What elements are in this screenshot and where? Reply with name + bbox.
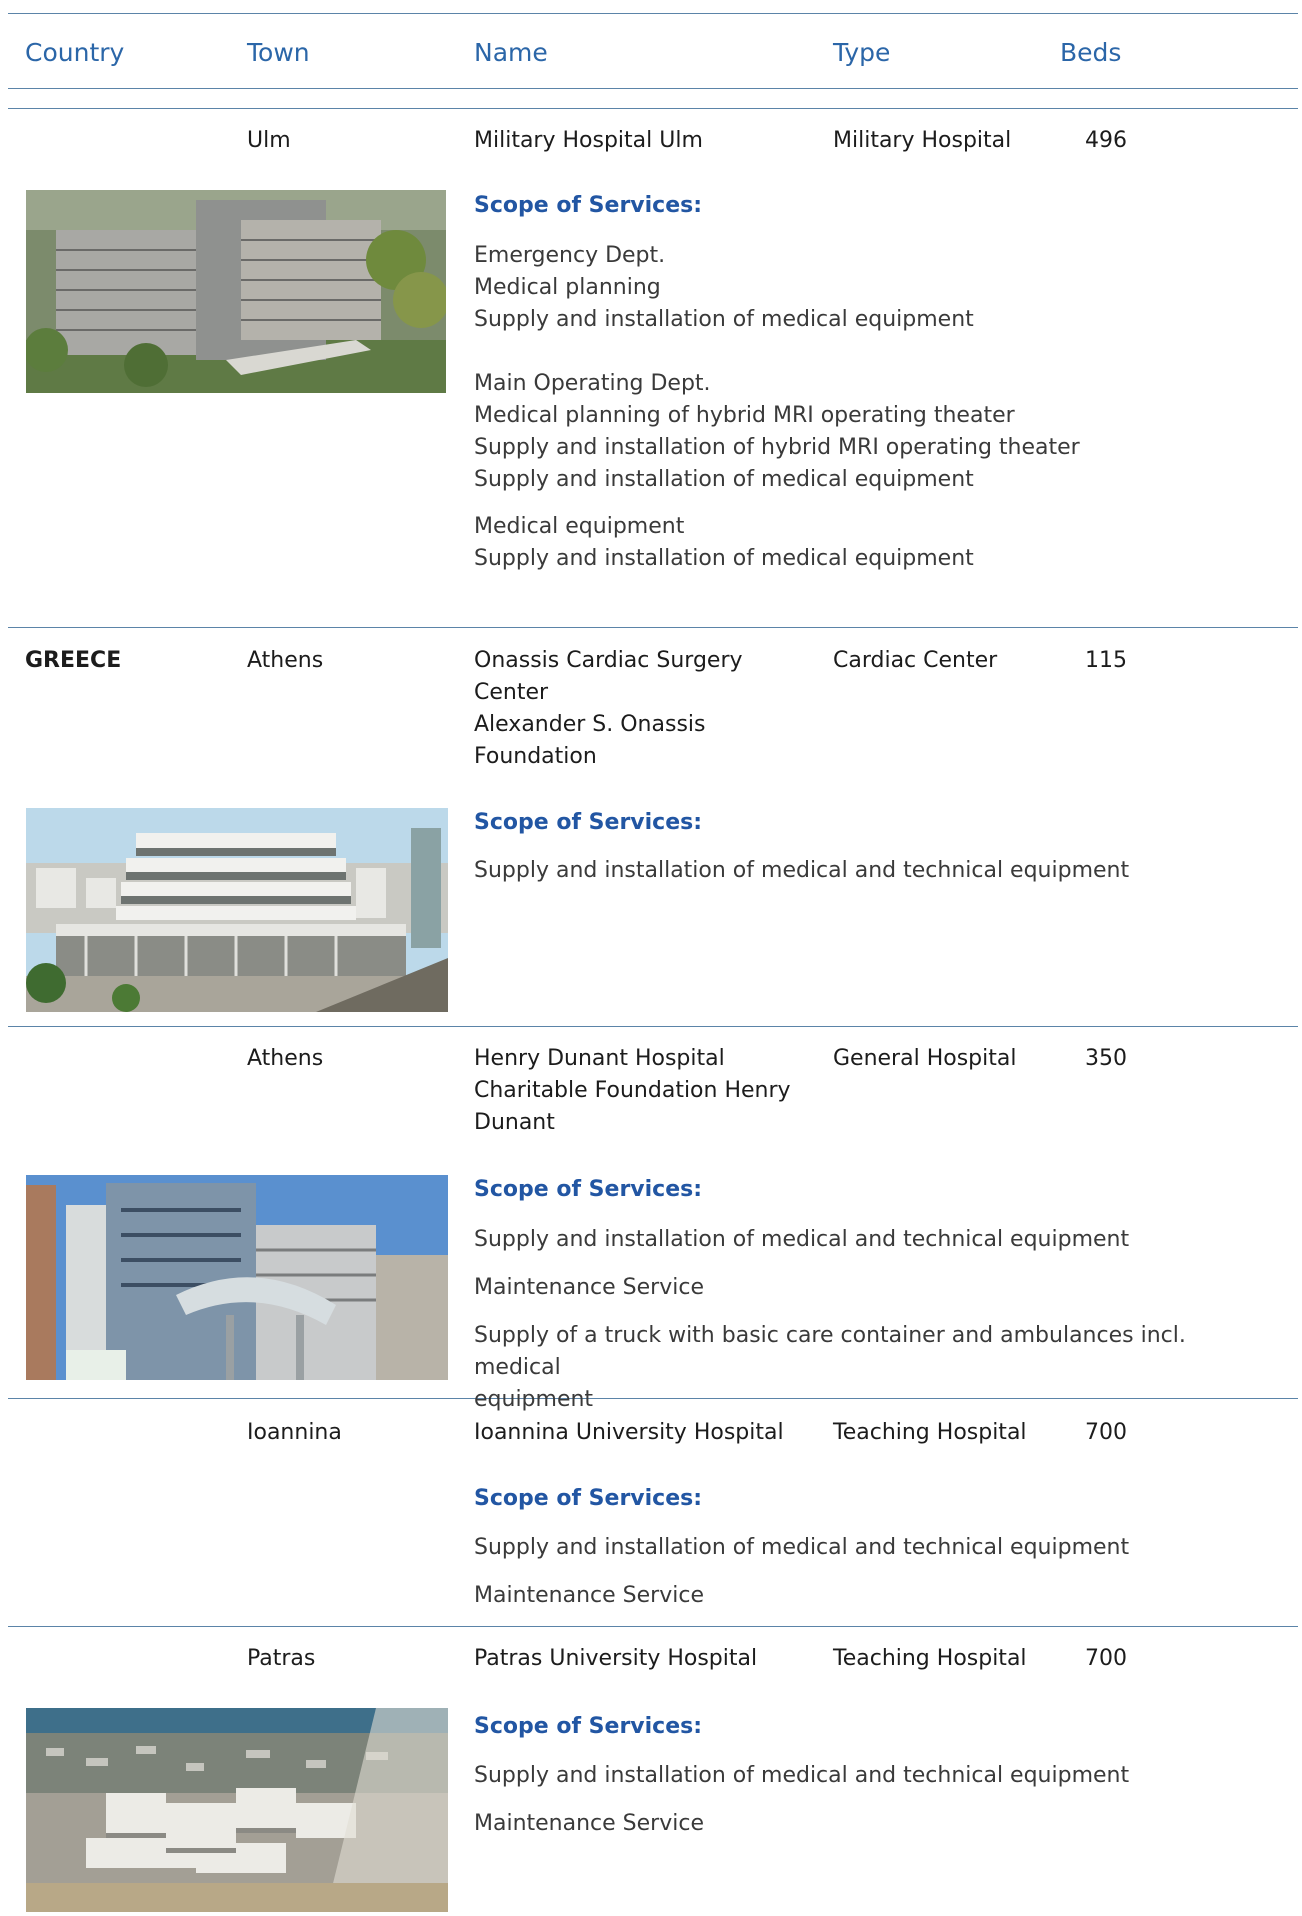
beds-cell: 700: [1085, 1646, 1127, 1671]
column-header-name: Name: [474, 38, 548, 67]
scope-of-services-label: Scope of Services:: [474, 1714, 703, 1739]
name-line: Patras University Hospital: [474, 1646, 758, 1671]
type-cell: Teaching Hospital: [833, 1420, 1027, 1445]
town-cell: Athens: [247, 1046, 324, 1071]
services-list: Supply and installation of medical and t…: [474, 1532, 1274, 1612]
service-group: Supply and installation of medical and t…: [474, 1760, 1274, 1792]
country-cell: GREECE: [25, 648, 122, 673]
services-list: Supply and installation of medical and t…: [474, 1760, 1274, 1840]
hospital-photo: [26, 808, 448, 1012]
service-line: Supply and installation of medical and t…: [474, 1535, 1130, 1560]
header-bottom-rule: [8, 88, 1298, 89]
service-group: Emergency Dept. Medical planning Supply …: [474, 240, 1274, 336]
service-line: Emergency Dept.: [474, 243, 666, 268]
name-cell: Onassis Cardiac Surgery Center Alexander…: [474, 645, 743, 773]
service-line: Supply and installation of medical and t…: [474, 858, 1130, 883]
hospital-photo: [26, 1175, 448, 1380]
beds-cell: 115: [1085, 648, 1127, 673]
service-line: Maintenance Service: [474, 1583, 704, 1608]
beds-cell: 496: [1085, 128, 1127, 153]
type-cell: Cardiac Center: [833, 648, 998, 673]
services-list: Emergency Dept. Medical planning Supply …: [474, 240, 1274, 575]
row-rule: [8, 1026, 1298, 1027]
name-line: Center: [474, 680, 549, 705]
service-line: equipment: [474, 1387, 594, 1412]
service-line: Supply and installation of medical equip…: [474, 467, 974, 492]
town-cell: Ioannina: [247, 1420, 342, 1445]
name-line: Dunant: [474, 1110, 555, 1135]
service-line: Medical equipment: [474, 514, 685, 539]
hospital-photo: [26, 1708, 448, 1912]
name-line: Foundation: [474, 744, 597, 769]
name-line: Onassis Cardiac Surgery: [474, 648, 743, 673]
service-group: Maintenance Service: [474, 1272, 1274, 1304]
service-group: Medical equipment Supply and installatio…: [474, 511, 1274, 575]
row-rule: [8, 627, 1298, 628]
services-list: Supply and installation of medical and t…: [474, 1224, 1274, 1416]
hospital-photo: [26, 190, 446, 393]
service-group: Supply of a truck with basic care contai…: [474, 1320, 1274, 1416]
scope-of-services-label: Scope of Services:: [474, 1177, 703, 1202]
name-cell: Military Hospital Ulm: [474, 125, 703, 157]
name-line: Henry Dunant Hospital: [474, 1046, 725, 1071]
name-cell: Ioannina University Hospital: [474, 1417, 784, 1449]
service-group: Supply and installation of medical and t…: [474, 855, 1274, 887]
service-line: Supply and installation of medical and t…: [474, 1763, 1130, 1788]
name-line: Alexander S. Onassis: [474, 712, 706, 737]
beds-cell: 350: [1085, 1046, 1127, 1071]
name-line: Ioannina University Hospital: [474, 1420, 784, 1445]
service-group: Maintenance Service: [474, 1580, 1274, 1612]
service-line: Maintenance Service: [474, 1275, 704, 1300]
service-line: Maintenance Service: [474, 1811, 704, 1836]
row-rule: [8, 108, 1298, 109]
column-header-country: Country: [25, 38, 125, 67]
name-cell: Henry Dunant Hospital Charitable Foundat…: [474, 1043, 791, 1139]
type-cell: General Hospital: [833, 1046, 1017, 1071]
town-cell: Athens: [247, 648, 324, 673]
service-line: Supply and installation of medical and t…: [474, 1227, 1130, 1252]
service-line: Supply and installation of hybrid MRI op…: [474, 435, 1080, 460]
column-header-beds: Beds: [1060, 38, 1122, 67]
service-line: Supply and installation of medical equip…: [474, 307, 974, 332]
type-cell: Teaching Hospital: [833, 1646, 1027, 1671]
type-cell: Military Hospital: [833, 128, 1012, 153]
service-line: Supply and installation of medical equip…: [474, 546, 974, 571]
service-line: Medical planning: [474, 275, 661, 300]
name-line: Charitable Foundation Henry: [474, 1078, 791, 1103]
name-line: Military Hospital Ulm: [474, 128, 703, 153]
town-cell: Ulm: [247, 128, 291, 153]
service-group: Supply and installation of medical and t…: [474, 1532, 1274, 1564]
scope-of-services-label: Scope of Services:: [474, 810, 703, 835]
scope-of-services-label: Scope of Services:: [474, 1486, 703, 1511]
service-group: Supply and installation of medical and t…: [474, 1224, 1274, 1256]
town-cell: Patras: [247, 1646, 316, 1671]
column-header-town: Town: [247, 38, 310, 67]
header-top-rule: [8, 13, 1298, 14]
service-group: Maintenance Service: [474, 1808, 1274, 1840]
service-line: Medical planning of hybrid MRI operating…: [474, 403, 1015, 428]
name-cell: Patras University Hospital: [474, 1643, 757, 1675]
beds-cell: 700: [1085, 1420, 1127, 1445]
services-list: Supply and installation of medical and t…: [474, 855, 1274, 887]
service-line: Main Operating Dept.: [474, 371, 711, 396]
scope-of-services-label: Scope of Services:: [474, 193, 703, 218]
service-line: Supply of a truck with basic care contai…: [474, 1323, 1186, 1380]
row-rule: [8, 1626, 1298, 1627]
column-header-type: Type: [833, 38, 891, 67]
service-group: Main Operating Dept. Medical planning of…: [474, 368, 1274, 496]
